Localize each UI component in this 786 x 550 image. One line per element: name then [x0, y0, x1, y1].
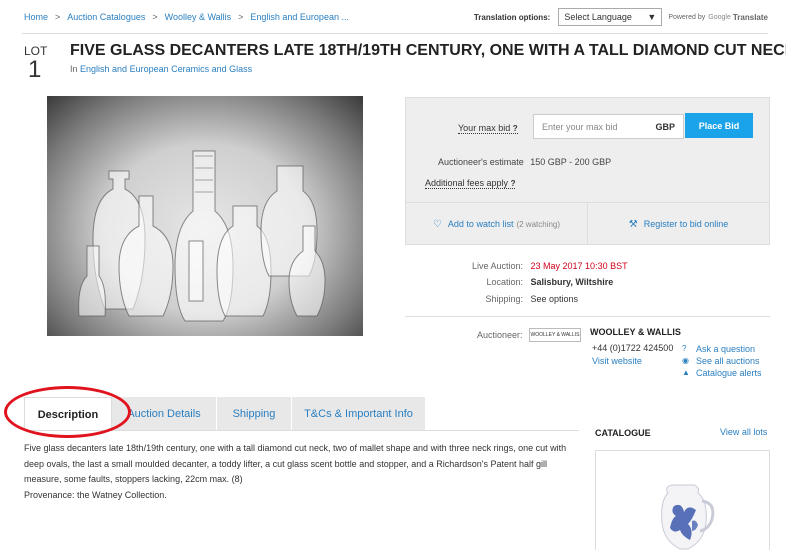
description-text: Five glass decanters late 18th/19th cent…	[24, 443, 567, 484]
watch-list-button[interactable]: ♡ Add to watch list (2 watching)	[406, 203, 588, 245]
location-key: Location:	[486, 277, 523, 287]
shipping-options-link[interactable]: See options	[531, 294, 579, 304]
shipping-row: Shipping: See options	[405, 294, 578, 304]
in-prefix: In	[70, 64, 78, 74]
max-bid-input[interactable]: Enter your max bid GBP	[533, 114, 684, 139]
provenance-text: Provenance: the Watney Collection.	[24, 489, 167, 500]
translation-options: Translation options: Select Language ▼ P…	[474, 8, 768, 26]
ask-question-link[interactable]: ? Ask a question	[682, 343, 762, 355]
category-link[interactable]: English and European Ceramics and Glass	[80, 64, 252, 74]
lot-image[interactable]	[47, 96, 363, 336]
lot-description: Five glass decanters late 18th/19th cent…	[24, 441, 584, 503]
heart-icon: ♡	[432, 218, 442, 230]
max-bid-placeholder: Enter your max bid	[542, 121, 618, 132]
lot-category-line: In English and European Ceramics and Gla…	[70, 64, 252, 74]
live-auction-key: Live Auction:	[471, 261, 523, 271]
see-all-auctions-label: See all auctions	[696, 356, 760, 366]
auctioneer-phone: +44 (0)1722 424500	[592, 343, 674, 353]
translate-link[interactable]: Translate	[733, 13, 768, 22]
catalogue-title: CATALOGUE	[595, 428, 651, 438]
live-auction-date: 23 May 2017 10:30 BST	[530, 261, 628, 271]
help-icon[interactable]: ?	[513, 124, 518, 133]
question-icon: ?	[682, 344, 687, 353]
breadcrumb-separator: >	[238, 12, 244, 22]
bid-panel: Your max bid ? Enter your max bid GBP Pl…	[405, 97, 770, 245]
eye-icon: ◉	[682, 356, 689, 365]
additional-fees-label: Additional fees apply	[425, 178, 509, 188]
catalogue-alerts-link[interactable]: ▲ Catalogue alerts	[682, 367, 762, 379]
catalogue-thumbnail[interactable]	[595, 450, 770, 550]
location-value: Salisbury, Wiltshire	[530, 277, 614, 287]
auctioneer-logo[interactable]: WOOLLEY & WALLIS	[529, 328, 581, 342]
auctioneer-name[interactable]: WOOLLEY & WALLIS	[590, 327, 681, 337]
place-bid-button[interactable]: Place Bid	[685, 113, 753, 138]
additional-fees[interactable]: Additional fees apply ?	[425, 178, 516, 189]
bell-icon: ▲	[682, 368, 690, 377]
auctioneer-logo-text: WOOLLEY & WALLIS	[530, 332, 580, 338]
max-bid-label-text: Your max bid	[458, 123, 511, 133]
tab-terms[interactable]: T&Cs & Important Info	[292, 397, 426, 431]
bid-actions: ♡ Add to watch list (2 watching) ⚒ Regis…	[406, 202, 769, 245]
catalogue-alerts-label: Catalogue alerts	[696, 368, 762, 378]
breadcrumb: Home > Auction Catalogues > Woolley & Wa…	[24, 12, 349, 22]
breadcrumb-auctioneer[interactable]: Woolley & Wallis	[165, 12, 232, 22]
shipping-key: Shipping:	[485, 294, 523, 304]
breadcrumb-category[interactable]: English and European ...	[250, 12, 349, 22]
breadcrumb-separator: >	[55, 12, 61, 22]
lot-number: 1	[28, 56, 42, 83]
chevron-down-icon: ▼	[647, 12, 657, 22]
powered-by-label: Powered by	[668, 13, 706, 21]
estimate-label: Auctioneer's estimate	[438, 157, 524, 167]
header-divider	[22, 33, 768, 34]
ask-question-label: Ask a question	[696, 344, 756, 354]
language-select-value: Select Language	[564, 12, 632, 22]
view-all-lots-link[interactable]: View all lots	[720, 427, 767, 437]
translation-label: Translation options:	[473, 12, 551, 22]
language-select[interactable]: Select Language ▼	[558, 8, 663, 26]
breadcrumb-home[interactable]: Home	[24, 12, 48, 22]
tab-shipping[interactable]: Shipping	[217, 397, 292, 431]
google-logo: Google	[708, 13, 731, 21]
lot-title: FIVE GLASS DECANTERS LATE 18TH/19TH CENT…	[70, 42, 786, 59]
visit-website-link[interactable]: Visit website	[592, 356, 642, 366]
gavel-icon: ⚒	[628, 218, 638, 230]
live-auction-row: Live Auction: 23 May 2017 10:30 BST	[405, 261, 628, 271]
register-label: Register to bid online	[643, 219, 729, 229]
jug-thumbnail-image	[661, 484, 715, 550]
see-all-auctions-link[interactable]: ◉ See all auctions	[682, 355, 762, 367]
watch-list-label: Add to watch list	[447, 219, 514, 229]
highlight-circle	[4, 386, 131, 438]
max-bid-label: Your max bid ?	[458, 123, 518, 134]
register-to-bid-button[interactable]: ⚒ Register to bid online	[588, 203, 769, 245]
glass-decanters-illustration	[78, 150, 326, 322]
estimate-row: Auctioneer's estimate 150 GBP - 200 GBP	[438, 157, 611, 167]
breadcrumb-auction-catalogues[interactable]: Auction Catalogues	[67, 12, 145, 22]
estimate-value: 150 GBP - 200 GBP	[530, 157, 612, 167]
currency-label: GBP	[655, 121, 675, 132]
breadcrumb-separator: >	[152, 12, 158, 22]
auctioneer-label: Auctioneer:	[477, 330, 523, 340]
auctioneer-links: ? Ask a question ◉ See all auctions ▲ Ca…	[682, 343, 762, 379]
location-row: Location: Salisbury, Wiltshire	[405, 277, 613, 287]
watch-count: (2 watching)	[516, 219, 561, 229]
help-icon[interactable]: ?	[511, 179, 516, 188]
info-divider	[405, 316, 770, 317]
